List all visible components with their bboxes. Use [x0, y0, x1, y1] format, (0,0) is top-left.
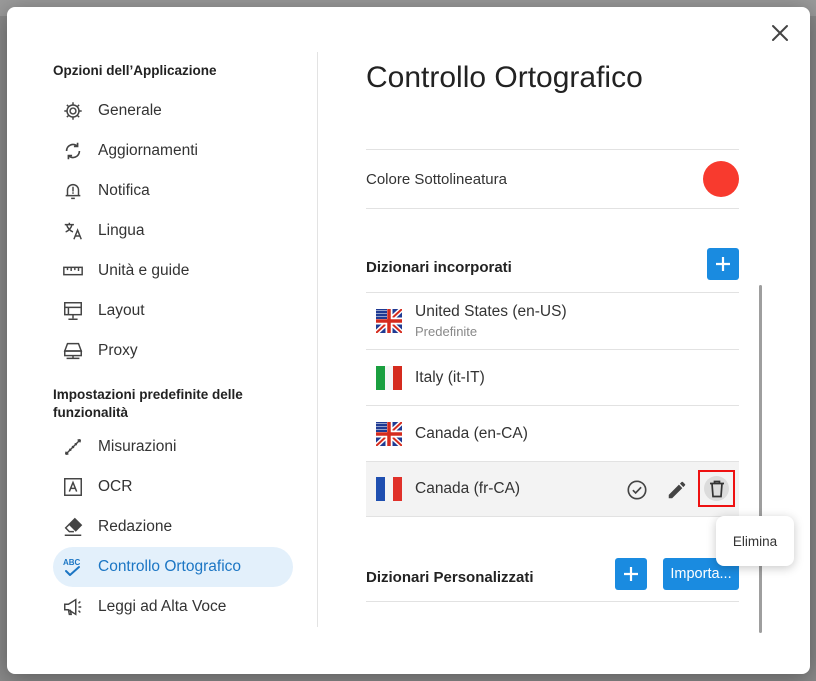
sidebar-item-label: Generale [98, 102, 162, 119]
dictionary-name: United States (en-US) [415, 303, 567, 320]
custom-dictionaries-header: Dizionari Personalizzati Importa... [366, 554, 739, 602]
bell-alert-icon [61, 179, 85, 203]
underline-color-swatch[interactable] [703, 161, 739, 197]
delete-tooltip: Elimina [716, 516, 794, 566]
custom-dictionaries-title: Dizionari Personalizzati [366, 569, 534, 586]
sidebar-item-layout[interactable]: Layout [53, 291, 293, 331]
sidebar-item-label: Proxy [98, 342, 138, 359]
scrolled-row [366, 123, 739, 150]
sidebar-item-lingua[interactable]: Lingua [53, 211, 293, 251]
preferences-dialog: Opzioni dell’Applicazione Generale Aggio… [7, 7, 810, 674]
dictionary-default-label: Predefinite [415, 324, 478, 339]
sidebar-item-label: Leggi ad Alta Voce [98, 598, 227, 615]
translate-icon [61, 219, 85, 243]
sidebar-item-misurazioni[interactable]: Misurazioni [53, 427, 293, 467]
trash-icon [704, 476, 729, 501]
measure-icon [61, 435, 85, 459]
sidebar-item-label: Aggiornamenti [98, 142, 198, 159]
content-scrollbar[interactable] [759, 285, 762, 633]
dictionary-row[interactable]: Italy (it-IT) [366, 350, 739, 406]
gear-icon [61, 99, 85, 123]
sidebar-item-unita-guide[interactable]: Unità e guide [53, 251, 293, 291]
sidebar-item-generale[interactable]: Generale [53, 91, 293, 131]
spellcheck-icon: ABC [61, 555, 85, 579]
builtin-dictionaries-header: Dizionari incorporati [366, 243, 739, 293]
sidebar-item-leggi-alta-voce[interactable]: Leggi ad Alta Voce [53, 587, 293, 627]
dictionary-row[interactable]: United States (en-US) Predefinite [366, 293, 739, 350]
refresh-icon [61, 139, 85, 163]
sidebar-item-ocr[interactable]: OCR [53, 467, 293, 507]
settings-content: Controllo Ortografico Colore Sottolineat… [366, 7, 739, 674]
underline-color-label: Colore Sottolineatura [366, 170, 507, 188]
underline-color-row: Colore Sottolineatura [366, 150, 739, 209]
svg-text:ABC: ABC [63, 558, 81, 567]
sidebar-item-redazione[interactable]: Redazione [53, 507, 293, 547]
ruler-icon [61, 259, 85, 283]
close-icon[interactable] [768, 21, 792, 45]
us-uk-flag-icon [376, 309, 402, 333]
sidebar-item-proxy[interactable]: Proxy [53, 331, 293, 371]
layout-icon [61, 299, 85, 323]
france-flag-icon [376, 477, 402, 501]
sidebar-section-title: Opzioni dell’Applicazione [53, 63, 217, 78]
add-builtin-dictionary-button[interactable] [707, 248, 739, 280]
us-uk-flag-icon [376, 421, 402, 446]
sidebar-item-label: Misurazioni [98, 438, 177, 455]
sidebar-item-notifica[interactable]: Notifica [53, 171, 293, 211]
megaphone-icon [61, 595, 85, 619]
sidebar-item-controllo-ortografico[interactable]: ABC Controllo Ortografico [53, 547, 293, 587]
dictionary-name: Canada (en-CA) [415, 424, 528, 442]
dictionary-row[interactable]: Canada (en-CA) [366, 406, 739, 462]
sidebar-item-label: Notifica [98, 182, 150, 199]
sidebar-divider [317, 52, 318, 627]
sidebar: Opzioni dell’Applicazione Generale Aggio… [53, 7, 298, 674]
sidebar-item-label: Lingua [98, 222, 145, 239]
dictionary-text: United States (en-US) Predefinite [415, 303, 567, 339]
dictionary-name: Italy (it-IT) [415, 368, 485, 386]
set-default-icon[interactable] [625, 478, 649, 502]
page-title: Controllo Ortografico [366, 61, 643, 94]
sidebar-item-label: Layout [98, 302, 145, 319]
eraser-icon [61, 515, 85, 539]
dictionary-row[interactable]: Canada (fr-CA) [366, 462, 739, 517]
builtin-dictionaries-title: Dizionari incorporati [366, 259, 512, 276]
ocr-icon [61, 475, 85, 499]
sidebar-item-label: Controllo Ortografico [98, 558, 242, 575]
sidebar-item-label: OCR [98, 478, 133, 495]
dictionary-name: Canada (fr-CA) [415, 480, 521, 497]
delete-button[interactable] [698, 470, 735, 507]
sidebar-item-aggiornamenti[interactable]: Aggiornamenti [53, 131, 293, 171]
sidebar-item-label: Redazione [98, 518, 173, 535]
sidebar-item-label: Unità e guide [98, 262, 190, 279]
proxy-icon [61, 339, 85, 363]
italy-flag-icon [376, 365, 402, 390]
sidebar-section-title: Impostazioni predefinite delle funzional… [53, 387, 243, 420]
add-custom-dictionary-button[interactable] [615, 558, 647, 590]
edit-icon[interactable] [665, 478, 689, 502]
